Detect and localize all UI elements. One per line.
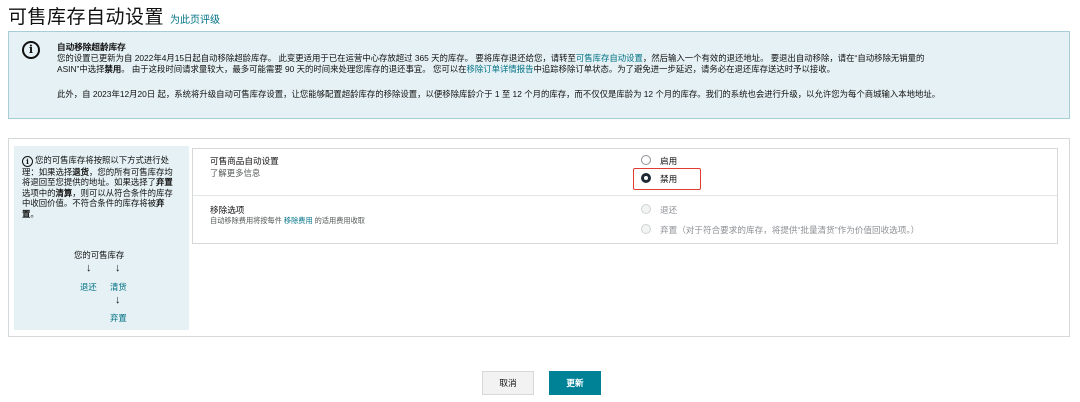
removal-fee-text: 的适用费用收取 [314, 216, 365, 225]
removal-fee-text: 自动移除费用将按每件 [210, 216, 282, 225]
flow-liquidate-link[interactable]: 清货 [110, 282, 127, 292]
info-banner: i 自动移除超龄库存 您的设置已更新为自 2022年4月15日起自动移除超龄库存… [8, 31, 1070, 119]
side-text: 。 [30, 208, 39, 219]
banner-text: 您的设置已更新为自 2022年4月15日起自动移除超龄库存。 此变更适用于已在运… [57, 53, 576, 63]
removal-fee-note: 自动移除费用将按每件 移除费用 的适用费用收取 [210, 216, 365, 226]
settings-form: 可售商品自动设置 了解更多信息 启用 禁用 移除选项 自动移除费用将按每件 移除… [192, 148, 1058, 244]
banner-text: 中追踪移除订单状态。为了避免进一步延迟，请务必在退还库存送达时予以接收。 [533, 64, 835, 74]
page-title: 可售库存自动设置 [8, 7, 165, 28]
disable-radio[interactable] [641, 173, 651, 183]
page-header: 可售库存自动设置 为此页评级 [8, 2, 220, 28]
divider [193, 195, 1057, 196]
removal-report-link[interactable]: 移除订单详情报告 [466, 64, 533, 74]
banner-paragraph-3: 此外，自 2023年12月20日 起，系统将升级自动可售库存设置，让您能够配置超… [57, 89, 941, 99]
info-icon: i [22, 156, 33, 167]
banner-paragraph-1: 您的设置已更新为自 2022年4月15日起自动移除超龄库存。 此变更适用于已在运… [57, 53, 1057, 64]
flow-return-link[interactable]: 退还 [80, 282, 97, 292]
enable-radio[interactable] [641, 155, 651, 165]
arrow-down-icon: ↓ [115, 262, 121, 274]
update-button[interactable]: 更新 [549, 371, 601, 395]
settings-panel: i 您的可售库存将按照以下方式进行处理：如果选择退货，您的所有可售库存均将退回至您… [8, 138, 1070, 337]
flow-dispose-link[interactable]: 弃置 [110, 313, 127, 323]
side-help-text: i 您的可售库存将按照以下方式进行处理：如果选择退货，您的所有可售库存均将退回至您… [22, 155, 181, 219]
side-bold: 弃置 [156, 177, 173, 188]
rate-page-link[interactable]: 为此页评级 [170, 11, 220, 26]
banner-body: 自动移除超龄库存 您的设置已更新为自 2022年4月15日起自动移除超龄库存。 … [57, 42, 1057, 100]
auto-settings-link[interactable]: 可售库存自动设置 [576, 53, 643, 63]
info-circle-icon: i [22, 41, 40, 59]
learn-more-link[interactable]: 了解更多信息 [210, 167, 260, 179]
removal-fee-link[interactable]: 移除费用 [284, 216, 313, 225]
dispose-radio-label[interactable]: 弃置（对于符合要求的库存，将提供“批量清货”作为价值回收选项。） [660, 224, 919, 236]
flow-diagram: 您的可售库存 ↓ ↓ 退还 清货 ↓ 弃置 [14, 250, 189, 330]
banner-bold-disable: 禁用 [104, 64, 122, 74]
banner-text: ASIN”中选择 [57, 64, 105, 74]
dispose-radio[interactable] [641, 224, 651, 234]
return-radio[interactable] [641, 204, 651, 214]
enable-radio-label[interactable]: 启用 [660, 155, 677, 167]
cancel-button[interactable]: 取消 [482, 371, 534, 395]
banner-text: 。 由于这段时间请求量较大，最多可能需要 90 天的时间来处理您库存的退还事宜。… [121, 64, 467, 74]
side-help-box: i 您的可售库存将按照以下方式进行处理：如果选择退货，您的所有可售库存均将退回至您… [14, 146, 189, 330]
return-radio-label[interactable]: 退还 [660, 204, 677, 216]
arrow-down-icon: ↓ [86, 262, 92, 274]
side-text: 选项中的 [22, 187, 56, 198]
side-bold: 清算 [55, 187, 73, 198]
auto-setting-label: 可售商品自动设置 [210, 156, 279, 166]
side-bold: 退货 [72, 167, 89, 177]
banner-title: 自动移除超龄库存 [57, 42, 126, 52]
arrow-down-icon: ↓ [115, 294, 121, 306]
removal-options-label: 移除选项 [210, 205, 245, 215]
banner-paragraph-2: ASIN”中选择禁用。 由于这段时间请求量较大，最多可能需要 90 天的时间来处… [57, 64, 1057, 75]
disable-radio-label[interactable]: 禁用 [660, 173, 677, 185]
flow-top-label: 您的可售库存 [74, 250, 125, 260]
banner-text: ，然后输入一个有效的退还地址。 要退出自动移除，请在“自动移除无销量的 [642, 53, 925, 63]
